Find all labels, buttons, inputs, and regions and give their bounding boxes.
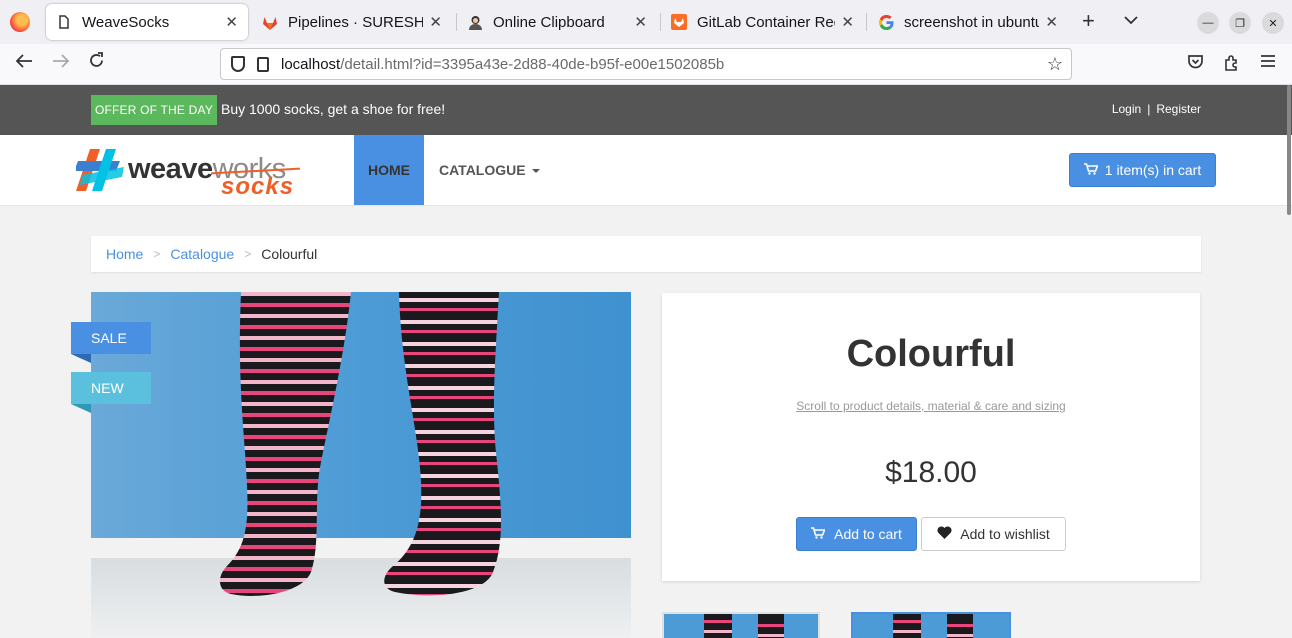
auth-separator: | bbox=[1147, 102, 1151, 116]
page-scrollbar[interactable] bbox=[1286, 85, 1292, 638]
heart-icon bbox=[937, 526, 952, 542]
extensions-icon[interactable] bbox=[1223, 54, 1240, 76]
cart-label: 1 item(s) in cart bbox=[1104, 162, 1202, 178]
offer-text: Buy 1000 socks, get a shoe for free! bbox=[221, 101, 446, 117]
shopping-cart-icon bbox=[1083, 162, 1099, 178]
add-to-wishlist-button[interactable]: Add to wishlist bbox=[921, 517, 1066, 551]
firefox-logo-icon[interactable] bbox=[10, 12, 30, 32]
breadcrumb-catalogue[interactable]: Catalogue bbox=[170, 246, 234, 262]
close-icon[interactable]: ✕ bbox=[1045, 13, 1058, 31]
new-tab-plus-icon[interactable]: + bbox=[1082, 10, 1095, 32]
forward-arrow-icon[interactable] bbox=[52, 52, 70, 74]
scroll-to-details-link[interactable]: Scroll to product details, material & ca… bbox=[662, 399, 1200, 413]
nav-catalogue[interactable]: CATALOGUE bbox=[439, 162, 540, 178]
nav-catalogue-label: CATALOGUE bbox=[439, 162, 526, 178]
browser-nav-bar: localhost/detail.html?id=3395a43e-2d88-4… bbox=[0, 44, 1292, 85]
site-header: weaveworks socks HOME CATALOGUE 1 item(s… bbox=[0, 135, 1292, 206]
tab-google-search[interactable]: screenshot in ubuntu - ✕ bbox=[868, 4, 1068, 40]
page-info-icon[interactable] bbox=[257, 56, 269, 72]
breadcrumb: Home > Catalogue > Colourful bbox=[91, 236, 1201, 272]
avatar-icon bbox=[467, 14, 483, 30]
product-image[interactable] bbox=[91, 292, 631, 638]
tab-title: GitLab Container Regi bbox=[697, 13, 836, 31]
add-to-wishlist-label: Add to wishlist bbox=[960, 526, 1050, 542]
caret-down-icon bbox=[531, 169, 540, 174]
close-icon[interactable]: ✕ bbox=[634, 13, 647, 31]
tab-title: WeaveSocks bbox=[82, 13, 170, 31]
close-icon[interactable]: ✕ bbox=[225, 13, 238, 31]
register-link[interactable]: Register bbox=[1156, 102, 1201, 116]
weaveworks-logo-mark-icon bbox=[76, 149, 124, 191]
auth-links: Login | Register bbox=[1112, 102, 1201, 116]
thumbnail-photo bbox=[664, 614, 818, 638]
back-arrow-icon[interactable] bbox=[15, 52, 33, 74]
tab-weavesocks[interactable]: WeaveSocks ✕ bbox=[46, 4, 248, 40]
cart-button[interactable]: 1 item(s) in cart bbox=[1069, 153, 1216, 187]
weaveworks-socks-logo[interactable]: weaveworks socks bbox=[76, 145, 316, 200]
gitlab-icon bbox=[262, 14, 278, 30]
bookmark-star-icon[interactable]: ☆ bbox=[1047, 54, 1063, 75]
new-ribbon: NEW bbox=[71, 372, 151, 413]
logo-socks: socks bbox=[221, 173, 295, 200]
tab-title: Online Clipboard bbox=[493, 13, 605, 31]
login-link[interactable]: Login bbox=[1112, 102, 1141, 116]
shield-icon[interactable] bbox=[231, 56, 245, 72]
window-close-icon[interactable]: ✕ bbox=[1262, 12, 1284, 34]
breadcrumb-separator: > bbox=[153, 247, 161, 261]
tab-gitlab-registry[interactable]: GitLab Container Regi ✕ bbox=[661, 4, 864, 40]
add-to-cart-label: Add to cart bbox=[834, 526, 902, 542]
product-thumbnail-active[interactable] bbox=[851, 612, 1011, 638]
logo-weave: weave bbox=[128, 153, 213, 185]
url-path: /detail.html?id=3395a43e-2d88-40de-b95f-… bbox=[340, 55, 725, 73]
add-to-cart-button[interactable]: Add to cart bbox=[796, 517, 917, 551]
colourful-socks-photo bbox=[91, 292, 631, 638]
close-icon[interactable]: ✕ bbox=[841, 13, 854, 31]
url-host: localhost bbox=[281, 55, 341, 73]
product-thumbnail[interactable] bbox=[662, 612, 820, 638]
breadcrumb-separator: > bbox=[244, 247, 252, 261]
url-bar[interactable]: localhost/detail.html?id=3395a43e-2d88-4… bbox=[220, 48, 1072, 80]
tab-separator bbox=[866, 13, 867, 31]
restore-icon[interactable]: ❐ bbox=[1229, 12, 1251, 34]
offer-of-the-day-button[interactable]: OFFER OF THE DAY bbox=[91, 95, 217, 125]
product-price: $18.00 bbox=[885, 456, 977, 489]
product-title: Colourful bbox=[846, 333, 1016, 375]
offer-bar: OFFER OF THE DAY Buy 1000 socks, get a s… bbox=[0, 85, 1292, 135]
tab-online-clipboard[interactable]: Online Clipboard ✕ bbox=[457, 4, 657, 40]
tab-title: Pipelines · SURESHRA… bbox=[288, 13, 424, 31]
hamburger-menu-icon[interactable] bbox=[1260, 54, 1276, 73]
close-icon[interactable]: ✕ bbox=[429, 13, 442, 31]
breadcrumb-home[interactable]: Home bbox=[106, 246, 143, 262]
reload-icon[interactable] bbox=[88, 52, 105, 74]
shopping-cart-icon bbox=[811, 526, 826, 542]
chevron-down-icon[interactable] bbox=[1124, 12, 1138, 28]
tab-title: screenshot in ubuntu - bbox=[904, 13, 1040, 31]
thumbnail-photo bbox=[853, 614, 1009, 638]
sale-ribbon: SALE bbox=[71, 322, 151, 363]
browser-tab-bar: WeaveSocks ✕ Pipelines · SURESHRA… ✕ Onl… bbox=[0, 0, 1292, 44]
gitlab-icon bbox=[671, 14, 687, 30]
url-text[interactable]: localhost/detail.html?id=3395a43e-2d88-4… bbox=[281, 56, 724, 73]
product-info-box: Colourful Scroll to product details, mat… bbox=[662, 293, 1200, 581]
google-icon bbox=[878, 14, 894, 30]
page-icon bbox=[56, 14, 72, 30]
nav-home[interactable]: HOME bbox=[354, 135, 424, 205]
breadcrumb-current: Colourful bbox=[261, 246, 318, 262]
tab-pipelines[interactable]: Pipelines · SURESHRA… ✕ bbox=[252, 4, 452, 40]
minimize-icon[interactable]: — bbox=[1197, 12, 1219, 34]
scrollbar-thumb[interactable] bbox=[1287, 85, 1291, 215]
pocket-icon[interactable] bbox=[1187, 54, 1204, 75]
